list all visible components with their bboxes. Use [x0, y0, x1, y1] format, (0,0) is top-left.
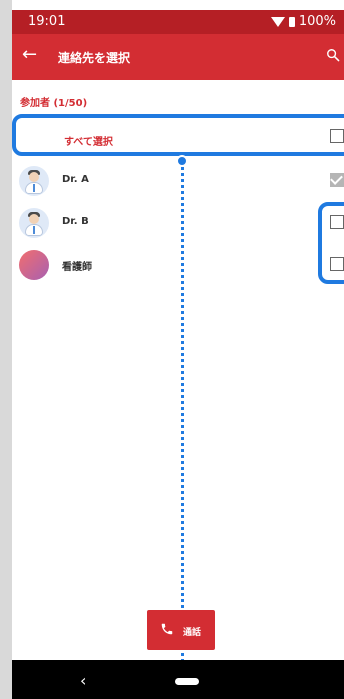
contact-row-dr-b[interactable]: Dr. B — [12, 202, 344, 242]
contact-name: 看護師 — [62, 262, 92, 273]
phone-icon — [161, 623, 173, 635]
doctor-avatar-icon — [19, 208, 49, 238]
tutorial-highlight-checkboxes — [318, 202, 344, 284]
status-icons: 100% — [270, 14, 336, 29]
call-button[interactable]: 通話 — [147, 610, 215, 650]
contact-name: Dr. B — [62, 216, 89, 227]
nav-home-icon[interactable] — [175, 678, 199, 685]
page-title: 連絡先を選択 — [58, 51, 131, 65]
tutorial-highlight-select-all — [12, 114, 344, 156]
screen: 19:01 100% ← 連絡先を選択 参加者 (1/50) すべて選択 Dr.… — [0, 0, 344, 699]
nurse-avatar-icon — [19, 250, 49, 280]
navigation-bar: ‹ — [12, 660, 344, 699]
contact-name: Dr. A — [62, 174, 89, 185]
status-bar: 19:01 100% — [12, 10, 344, 34]
search-icon[interactable] — [326, 48, 340, 62]
contact-checkbox-dr-a[interactable] — [330, 172, 344, 187]
doctor-avatar-icon — [19, 166, 49, 196]
contact-row-nurse[interactable]: 看護師 — [12, 244, 344, 284]
battery-icon — [288, 16, 295, 27]
status-time: 19:01 — [28, 14, 66, 29]
arrow-left-icon[interactable]: ← — [22, 44, 37, 65]
battery-percent: 100% — [298, 14, 336, 29]
nav-back-icon[interactable]: ‹ — [80, 671, 86, 690]
wifi-icon — [270, 16, 285, 27]
tutorial-dot — [176, 155, 188, 167]
call-button-label: 通話 — [183, 628, 202, 638]
app-bar: ← 連絡先を選択 — [12, 34, 344, 80]
left-bezel — [0, 0, 12, 699]
tutorial-dotted-line — [181, 160, 184, 686]
participants-label: 参加者 (1/50) — [20, 98, 88, 109]
